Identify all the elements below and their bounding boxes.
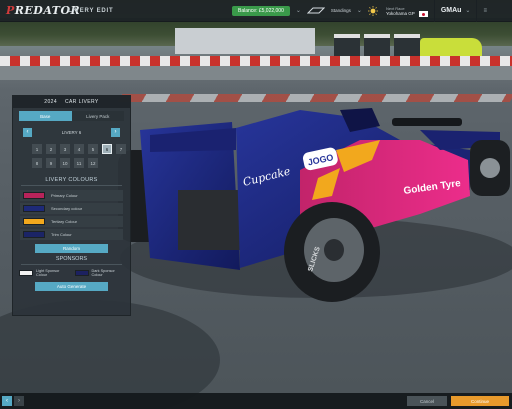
livery-number-button[interactable]: 3 <box>60 144 70 154</box>
livery-number-button-selected[interactable]: 6 <box>102 144 112 154</box>
app-logo: PREDATOR <box>6 4 81 17</box>
livery-selector: ‹ LIVERY 6 › <box>23 127 120 137</box>
divider <box>433 0 435 22</box>
livery-label: LIVERY 6 <box>61 129 82 135</box>
team-logo-icon <box>306 7 325 13</box>
brand-logo: GMAu <box>440 7 462 14</box>
sponsor-colours: Light Sponsor Colour Dark Sponsor Colour <box>19 269 124 278</box>
tab-livery-pack[interactable]: Livery Pack <box>71 111 124 121</box>
chevron-down-icon[interactable]: ⌄ <box>465 7 470 14</box>
bottom-bar: ‹ › Cancel Continue <box>0 393 512 409</box>
livery-panel: 2024 CAR LIVERY Base Livery Pack ‹ LIVER… <box>12 95 131 316</box>
livery-number-button[interactable]: 4 <box>74 144 84 154</box>
dark-sponsor-colour[interactable]: Dark Sponsor Colour <box>74 269 125 278</box>
colour-label: Primary Colour <box>51 193 78 198</box>
colour-swatch[interactable] <box>19 270 33 276</box>
livery-number-button[interactable]: 7 <box>116 144 126 154</box>
livery-tabs: Base Livery Pack <box>19 111 124 121</box>
chevron-down-icon[interactable]: ⌄ <box>357 7 362 14</box>
forward-arrow-icon[interactable]: › <box>14 396 24 406</box>
tab-base[interactable]: Base <box>19 111 72 121</box>
livery-number-button[interactable]: 1 <box>32 144 42 154</box>
colour-label: Tertiary Colour <box>51 219 78 224</box>
divider <box>21 264 122 265</box>
balance-badge[interactable]: Balance: £5,022,000 <box>232 5 290 16</box>
colour-label: Secondary colour <box>51 206 83 211</box>
random-button[interactable]: Random <box>35 244 108 253</box>
standings-dropdown[interactable]: Standings <box>331 8 351 13</box>
livery-number-grid: 1 2 3 4 5 6 7 8 9 10 11 12 <box>32 144 130 168</box>
livery-colours-title: LIVERY COLOURS <box>45 177 98 183</box>
livery-number-button[interactable]: 12 <box>88 158 98 168</box>
wheel-nut <box>324 239 344 261</box>
colour-swatch[interactable] <box>74 270 89 276</box>
sponsor-colour-label: Light Sponsor Colour <box>36 269 60 278</box>
livery-number-button[interactable]: 8 <box>32 158 42 168</box>
screen-title: LIVERY EDIT <box>68 7 114 14</box>
primary-colour-row[interactable]: Primary Colour <box>20 190 123 201</box>
season-year: 2024 <box>44 99 58 105</box>
continue-button[interactable]: Continue <box>451 396 509 406</box>
sun-icon <box>367 5 378 16</box>
colour-swatch[interactable] <box>23 192 45 199</box>
colour-swatch[interactable] <box>23 205 45 212</box>
livery-number-button[interactable]: 5 <box>88 144 98 154</box>
secondary-colour-row[interactable]: Secondary colour <box>20 203 123 214</box>
livery-number-button[interactable]: 9 <box>46 158 56 168</box>
halo <box>392 118 462 126</box>
divider <box>21 185 122 186</box>
colour-label: Trim Colour <box>51 232 72 237</box>
menu-icon[interactable]: ≡ <box>483 8 487 14</box>
tertiary-colour-row[interactable]: Tertiary Colour <box>20 216 123 227</box>
livery-number-button[interactable]: 11 <box>74 158 84 168</box>
wheel-rim <box>480 158 500 178</box>
sponsors-title: SPONSORS <box>55 256 88 262</box>
japan-flag-icon <box>418 11 428 17</box>
top-bar: PREDATOR LIVERY EDIT Balance: £5,022,000… <box>0 0 512 22</box>
trim-colour-row[interactable]: Trim Colour <box>20 229 123 240</box>
chevron-left-icon[interactable]: ‹ <box>23 127 32 137</box>
cancel-button[interactable]: Cancel <box>407 396 447 406</box>
livery-number-button[interactable]: 2 <box>46 144 56 154</box>
auto-generate-button[interactable]: Auto Generate <box>35 281 108 291</box>
divider <box>476 0 478 22</box>
livery-number-button[interactable]: 10 <box>60 158 70 168</box>
next-race-location: Yokohama GP <box>385 10 415 16</box>
diffuser <box>178 190 248 250</box>
back-arrow-icon[interactable]: ‹ <box>2 396 12 406</box>
colour-swatch[interactable] <box>23 231 45 238</box>
chevron-right-icon[interactable]: › <box>110 127 120 137</box>
colour-swatch[interactable] <box>23 218 45 225</box>
light-sponsor-colour[interactable]: Light Sponsor Colour <box>19 269 69 278</box>
sponsor-colour-label: Dark Sponsor Colour <box>91 269 115 278</box>
panel-title: CAR LIVERY <box>65 99 99 105</box>
panel-header: 2024 CAR LIVERY <box>13 96 130 108</box>
next-race: Next Race Yokohama GP <box>386 6 415 16</box>
chevron-down-icon[interactable]: ⌄ <box>296 7 301 14</box>
